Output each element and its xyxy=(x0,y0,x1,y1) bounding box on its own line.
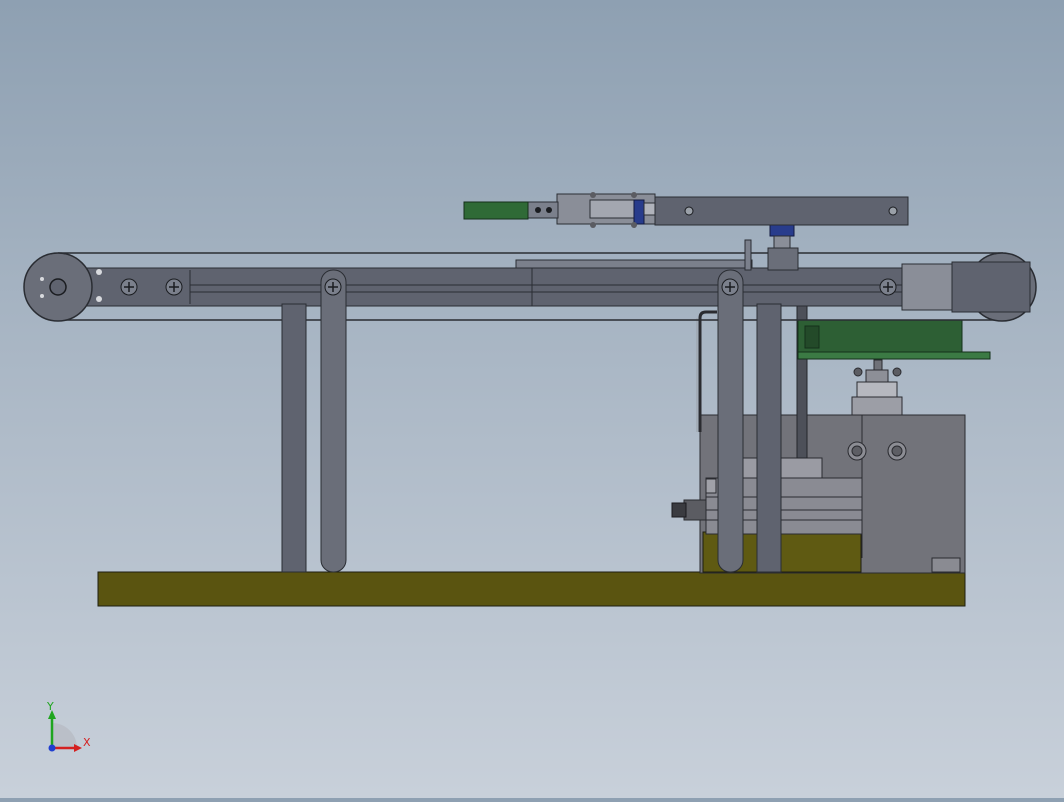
cylinder-fitting xyxy=(683,499,707,521)
cad-viewport[interactable]: Y X xyxy=(0,0,1064,798)
guide-strip xyxy=(515,259,753,269)
gearbox-foot xyxy=(931,557,961,573)
drive-motor-cover xyxy=(901,263,955,311)
triad-x-label: X xyxy=(83,736,91,749)
drive-unit[interactable] xyxy=(671,267,966,574)
gripper-jaw xyxy=(527,201,559,219)
assembly-drawing[interactable]: Y X xyxy=(0,0,1064,798)
shaft-coupling[interactable] xyxy=(851,359,903,416)
leg-right-front xyxy=(717,269,744,573)
arm-post[interactable] xyxy=(744,223,799,271)
triad-y-label: Y xyxy=(46,700,54,713)
leg-left-rear xyxy=(281,303,307,573)
z-axis-dot xyxy=(48,744,56,752)
base-plate[interactable] xyxy=(97,571,966,607)
leg-left-front xyxy=(320,269,347,573)
coordinate-triad: Y X xyxy=(46,700,91,752)
tail-pulley[interactable] xyxy=(23,252,102,322)
controller-board[interactable] xyxy=(797,319,991,360)
leg-right-rear xyxy=(756,303,782,573)
gripper-pad xyxy=(463,201,529,220)
blue-mount xyxy=(769,223,795,237)
pick-arm[interactable] xyxy=(463,192,909,228)
head-pulley[interactable] xyxy=(901,252,1037,322)
